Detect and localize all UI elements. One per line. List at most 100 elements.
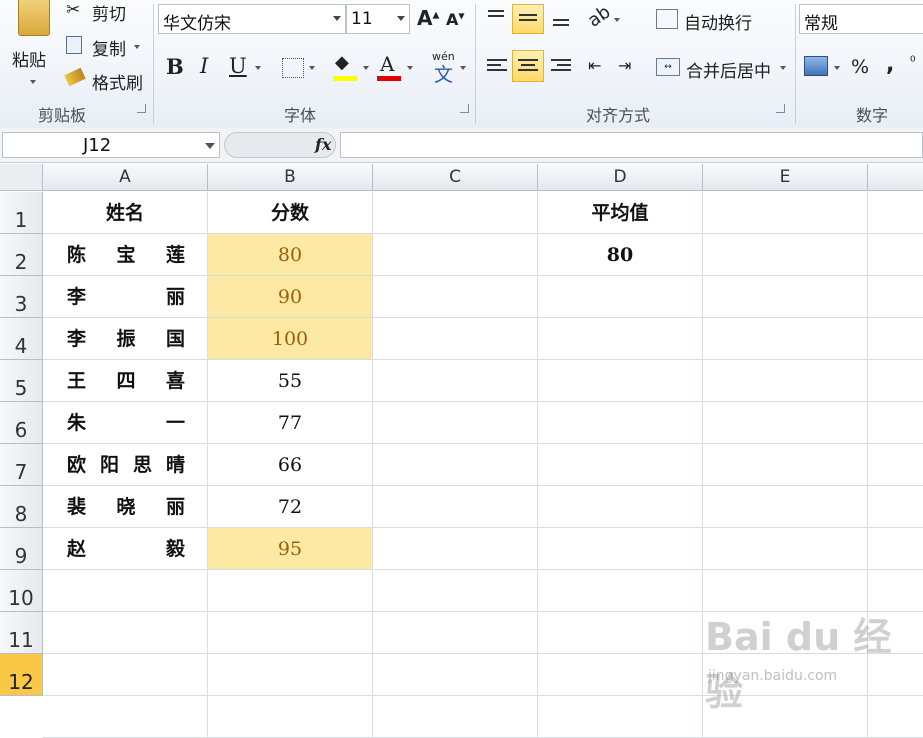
paste-dropdown-icon[interactable] (30, 80, 36, 84)
cell-d7[interactable] (538, 444, 703, 486)
phonetic-guide-button[interactable]: wén 文 (430, 50, 466, 86)
copy-dropdown-icon[interactable] (134, 45, 140, 49)
cell-f4[interactable] (868, 318, 923, 360)
cell-f5[interactable] (868, 360, 923, 402)
row-header-2[interactable]: 2 (0, 234, 43, 276)
cell-b7[interactable]: 66 (208, 444, 373, 486)
font-color-dropdown-icon[interactable] (407, 66, 413, 70)
cell-c10[interactable] (373, 570, 538, 612)
cell-b3[interactable]: 90 (208, 276, 373, 318)
cell-c4[interactable] (373, 318, 538, 360)
cell-b11[interactable] (208, 612, 373, 654)
column-header-c[interactable]: C (373, 164, 538, 191)
cell-f2[interactable] (868, 234, 923, 276)
font-color-icon[interactable]: A (380, 52, 394, 76)
chevron-down-icon[interactable] (333, 16, 341, 21)
cell-c13[interactable] (373, 696, 538, 738)
formula-input[interactable] (340, 132, 923, 158)
row-header-12[interactable]: 12 (0, 654, 43, 696)
select-all-corner[interactable] (0, 164, 43, 191)
row-header-3[interactable]: 3 (0, 276, 43, 318)
row-header-9[interactable]: 9 (0, 528, 43, 570)
accounting-dropdown-icon[interactable] (834, 66, 840, 70)
cell-e4[interactable] (703, 318, 868, 360)
cell-c8[interactable] (373, 486, 538, 528)
cell-a4[interactable]: 李振国 (43, 318, 208, 360)
cell-c12[interactable] (373, 654, 538, 696)
align-right-button[interactable] (548, 54, 574, 80)
cell-b10[interactable] (208, 570, 373, 612)
row-header-8[interactable]: 8 (0, 486, 43, 528)
row-header-6[interactable]: 6 (0, 402, 43, 444)
column-header-b[interactable]: B (208, 164, 373, 191)
cell-c1[interactable] (373, 192, 538, 234)
cell-c9[interactable] (373, 528, 538, 570)
fx-icon[interactable]: fx (315, 135, 331, 154)
cell-d13[interactable] (538, 696, 703, 738)
decrease-indent-icon[interactable]: ⇤ (588, 56, 601, 75)
cell-e2[interactable] (703, 234, 868, 276)
row-header-11[interactable]: 11 (0, 612, 43, 654)
cell-d11[interactable] (538, 612, 703, 654)
cell-f8[interactable] (868, 486, 923, 528)
row-header-4[interactable]: 4 (0, 318, 43, 360)
row-header-10[interactable]: 10 (0, 570, 43, 612)
font-name-combo[interactable]: 华文仿宋 (158, 4, 346, 34)
border-icon[interactable] (282, 58, 304, 78)
increase-font-icon[interactable]: A▲ (417, 6, 439, 30)
column-header-a[interactable]: A (43, 164, 208, 191)
cell-d4[interactable] (538, 318, 703, 360)
column-header-f[interactable] (868, 164, 923, 191)
cell-c5[interactable] (373, 360, 538, 402)
decrease-font-icon[interactable]: A▼ (446, 10, 465, 29)
cell-f7[interactable] (868, 444, 923, 486)
name-box-dropdown-icon[interactable] (205, 143, 215, 149)
cell-a1[interactable]: 姓名 (43, 192, 208, 234)
cell-d3[interactable] (538, 276, 703, 318)
cell-e9[interactable] (703, 528, 868, 570)
cell-b2[interactable]: 80 (208, 234, 373, 276)
accounting-format-icon[interactable] (804, 56, 828, 76)
cell-d8[interactable] (538, 486, 703, 528)
column-header-e[interactable]: E (703, 164, 868, 191)
italic-button[interactable]: I (200, 54, 208, 78)
cell-a9[interactable]: 赵毅 (43, 528, 208, 570)
fill-dropdown-icon[interactable] (363, 66, 369, 70)
cell-a11[interactable] (43, 612, 208, 654)
align-center-button[interactable] (512, 50, 544, 82)
align-left-button[interactable] (484, 54, 510, 80)
name-box[interactable]: J12 (2, 132, 220, 158)
cell-d2[interactable]: 80 (538, 234, 703, 276)
cell-a3[interactable]: 李丽 (43, 276, 208, 318)
cell-e7[interactable] (703, 444, 868, 486)
cell-a2[interactable]: 陈宝莲 (43, 234, 208, 276)
paste-button[interactable]: 粘贴 (8, 0, 58, 95)
border-dropdown-icon[interactable] (309, 66, 315, 70)
font-size-combo[interactable]: 11 (346, 4, 410, 34)
cut-button[interactable]: ✂ 剪切 (66, 0, 146, 25)
cell-b8[interactable]: 72 (208, 486, 373, 528)
chevron-down-icon[interactable] (397, 16, 405, 21)
cell-b1[interactable]: 分数 (208, 192, 373, 234)
row-header-5[interactable]: 5 (0, 360, 43, 402)
wrap-text-button[interactable]: 自动换行 (656, 6, 786, 34)
cell-c6[interactable] (373, 402, 538, 444)
cell-f1[interactable] (868, 192, 923, 234)
cell-a10[interactable] (43, 570, 208, 612)
row-header-1[interactable]: 1 (0, 192, 43, 234)
cell-e8[interactable] (703, 486, 868, 528)
number-format-combo[interactable]: 常规 (799, 4, 923, 34)
clipboard-launcher-icon[interactable] (137, 104, 146, 113)
align-top-button[interactable] (484, 6, 510, 32)
phonetic-dropdown-icon[interactable] (460, 66, 466, 70)
row-header-7[interactable]: 7 (0, 444, 43, 486)
percent-button[interactable]: % (851, 56, 869, 78)
copy-button[interactable]: 复制 (66, 34, 146, 60)
cell-a7[interactable]: 欧阳思晴 (43, 444, 208, 486)
cell-b12[interactable] (208, 654, 373, 696)
align-bottom-button[interactable] (548, 6, 574, 32)
cell-e6[interactable] (703, 402, 868, 444)
cell-a5[interactable]: 王四喜 (43, 360, 208, 402)
format-painter-button[interactable]: 格式刷 (64, 67, 150, 94)
cell-b13[interactable] (208, 696, 373, 738)
